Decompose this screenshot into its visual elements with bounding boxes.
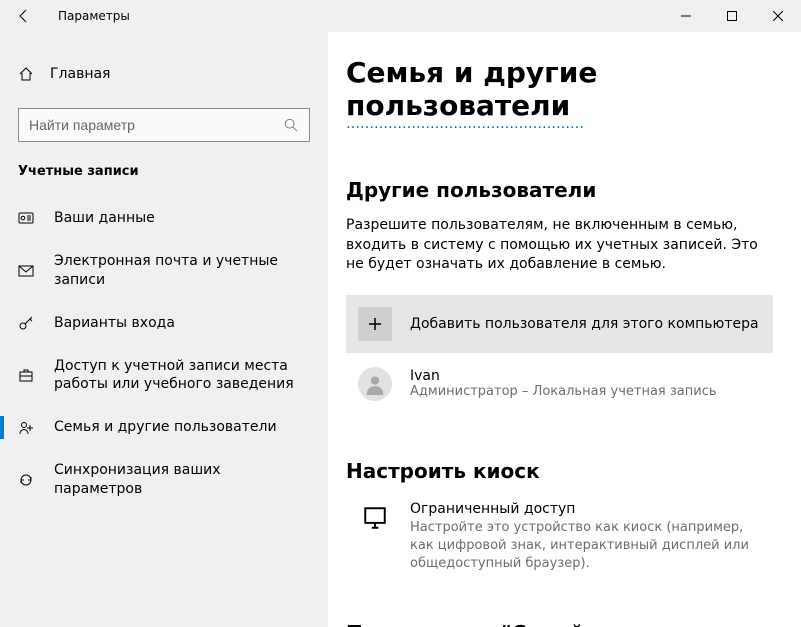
sidebar-item-work-school[interactable]: Доступ к учетной записи места работы или… — [0, 345, 328, 407]
clipped-link[interactable]: …………………………………………… — [346, 116, 773, 128]
kiosk-item-desc: Настройте это устройство как киоск (напр… — [410, 519, 761, 574]
kiosk-setup-button[interactable]: Ограниченный доступ Настройте это устрой… — [346, 497, 773, 578]
page-title: Семья и другие пользователи — [346, 56, 773, 122]
sidebar-item-label: Доступ к учетной записи места работы или… — [54, 357, 310, 395]
sidebar-item-label: Ваши данные — [54, 209, 310, 228]
sidebar-item-family-users[interactable]: Семья и другие пользователи — [0, 406, 328, 449]
briefcase-icon — [18, 367, 34, 383]
sidebar-item-your-info[interactable]: Ваши данные — [0, 197, 328, 240]
sidebar-section-title: Учетные записи — [0, 164, 328, 197]
search-icon — [283, 117, 299, 133]
home-icon — [18, 66, 34, 82]
search-input[interactable] — [29, 117, 283, 133]
key-icon — [18, 315, 34, 331]
plus-icon — [358, 307, 392, 341]
kiosk-item-title: Ограниченный доступ — [410, 501, 761, 517]
add-user-button[interactable]: Добавить пользователя для этого компьюте… — [346, 295, 773, 353]
family-app-title: Приложение "Семейная безопасность" на — [346, 621, 773, 627]
other-users-desc: Разрешите пользователям, не включенным в… — [346, 216, 766, 275]
search-box[interactable] — [18, 108, 310, 142]
maximize-icon — [727, 11, 737, 21]
sidebar-home[interactable]: Главная — [0, 58, 328, 90]
sidebar-item-email-accounts[interactable]: Электронная почта и учетные записи — [0, 240, 328, 302]
minimize-button[interactable] — [663, 0, 709, 32]
family-icon — [18, 420, 34, 436]
close-button[interactable] — [755, 0, 801, 32]
other-users-title: Другие пользователи — [346, 178, 773, 202]
avatar — [358, 367, 392, 401]
arrow-left-icon — [16, 8, 32, 24]
sync-icon — [18, 472, 34, 488]
sidebar-item-label: Варианты входа — [54, 314, 310, 333]
sidebar-item-label: Электронная почта и учетные записи — [54, 252, 310, 290]
sidebar-item-label: Синхронизация ваших параметров — [54, 461, 310, 499]
back-button[interactable] — [0, 0, 48, 32]
content-area: Семья и другие пользователи ………………………………… — [328, 32, 801, 627]
mail-icon — [18, 263, 34, 279]
window-controls — [663, 0, 801, 32]
monitor-icon — [358, 501, 392, 535]
minimize-icon — [681, 11, 691, 21]
sidebar-item-sync-settings[interactable]: Синхронизация ваших параметров — [0, 449, 328, 511]
sidebar-home-label: Главная — [50, 66, 110, 82]
kiosk-title: Настроить киоск — [346, 459, 773, 483]
user-name: Ivan — [410, 368, 717, 384]
user-subtitle: Администратор – Локальная учетная запись — [410, 384, 717, 399]
user-account-row[interactable]: Ivan Администратор – Локальная учетная з… — [346, 353, 773, 415]
sidebar-item-signin-options[interactable]: Варианты входа — [0, 302, 328, 345]
close-icon — [773, 11, 783, 21]
add-user-label: Добавить пользователя для этого компьюте… — [410, 316, 759, 332]
sidebar-item-label: Семья и другие пользователи — [54, 418, 310, 437]
user-meta: Ivan Администратор – Локальная учетная з… — [410, 368, 717, 399]
maximize-button[interactable] — [709, 0, 755, 32]
kiosk-text: Ограниченный доступ Настройте это устрой… — [410, 501, 761, 574]
window-title: Параметры — [58, 9, 130, 23]
titlebar: Параметры — [0, 0, 801, 32]
sidebar: Главная Учетные записи Ваши данные Элект… — [0, 32, 328, 627]
app-body: Главная Учетные записи Ваши данные Элект… — [0, 32, 801, 627]
user-data-icon — [18, 210, 34, 226]
